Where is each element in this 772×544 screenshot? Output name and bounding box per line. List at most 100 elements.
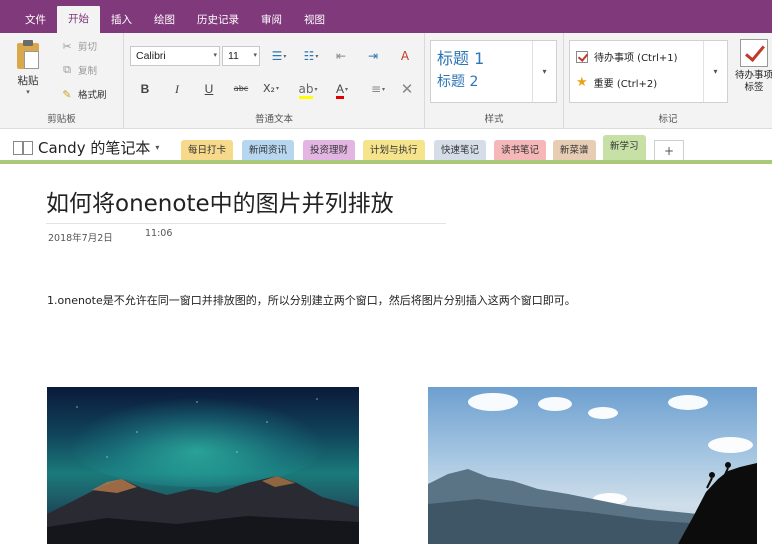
styles-gallery: 标题 1 标题 2 ▾ [430, 40, 557, 103]
chevron-down-icon: ▾ [26, 88, 30, 96]
style-heading2[interactable]: 标题 2 [437, 71, 478, 91]
paste-label: 粘贴 [17, 75, 39, 87]
chevron-down-icon: ▾ [542, 67, 547, 76]
tag-important[interactable]: ★ 重要 (Ctrl+2) [576, 75, 657, 90]
section-tab-daily[interactable]: 每日打卡 [181, 140, 234, 161]
copy-button[interactable]: ⧉ 复制 [60, 63, 97, 77]
bullet-list-icon: ☰ [271, 49, 283, 63]
format-painter-label: 格式刷 [78, 90, 107, 101]
menu-tab-view[interactable]: 视图 [293, 7, 336, 33]
menu-tab-file[interactable]: 文件 [14, 7, 57, 33]
chevron-down-icon: ▾ [155, 143, 160, 152]
paste-button[interactable]: 粘贴 ▾ [10, 39, 46, 101]
menu-tab-history[interactable]: 历史记录 [186, 7, 250, 33]
notebook-icon [13, 141, 33, 155]
tag-todo-label: 待办事项 (Ctrl+1) [594, 53, 678, 64]
decrease-indent-button[interactable]: ⇤ [330, 46, 352, 66]
tags-group-label: 标记 [658, 114, 678, 125]
section-tab-news[interactable]: 新闻资讯 [242, 140, 295, 161]
underline-button[interactable]: U [198, 79, 220, 99]
climbers-mountain-image[interactable] [428, 387, 757, 544]
copy-label: 复制 [78, 66, 98, 77]
increase-indent-icon: ⇥ [367, 49, 379, 63]
todo-tag-label-line1: 待办事项 [734, 70, 772, 81]
menu-tab-review[interactable]: 审阅 [250, 7, 293, 33]
styles-group-label: 样式 [484, 114, 504, 125]
section-tab-plan[interactable]: 计划与执行 [363, 140, 425, 161]
decrease-indent-icon: ⇤ [335, 49, 347, 63]
format-painter-button[interactable]: ✎ 格式刷 [60, 87, 107, 102]
aurora-mountain-image[interactable] [47, 387, 359, 544]
clear-formatting-button[interactable]: A [394, 46, 416, 66]
section-tab-quicknotes[interactable]: 快速笔记 [434, 140, 487, 161]
ribbon: 粘贴 ▾ ✂ 剪切 ⧉ 复制 ✎ 格式刷 剪贴板 Calibri ▾ 11 ▾ … [0, 33, 772, 129]
highlight-button[interactable]: ab▾ [294, 79, 322, 99]
clipboard-group: 粘贴 ▾ ✂ 剪切 ⧉ 复制 ✎ 格式刷 剪贴板 [0, 33, 124, 129]
bullet-list-button[interactable]: ☰▾ [264, 46, 294, 66]
font-name-value: Calibri [136, 50, 166, 62]
star-icon: ★ [576, 75, 588, 90]
checkbox-icon [740, 39, 768, 67]
paste-icon [14, 39, 42, 71]
tags-more-button[interactable]: ▾ [703, 41, 727, 102]
todo-tag-label-line2: 标签 [744, 82, 764, 93]
chevron-down-icon: ▾ [253, 52, 257, 59]
page-body-text[interactable]: 1.onenote是不允许在同一窗口并排放图的，所以分别建立两个窗口，然后将图片… [47, 292, 576, 308]
italic-button[interactable]: I [166, 79, 188, 99]
mountain-range [428, 462, 757, 544]
strikethrough-button[interactable]: abc [230, 79, 252, 99]
font-size-value: 11 [228, 50, 239, 62]
cut-label: 剪切 [78, 42, 98, 53]
numbered-list-button[interactable]: ☷▾ [296, 46, 326, 66]
notebook-selector[interactable]: Candy 的笔记本 ▾ [13, 137, 159, 158]
subscript-button[interactable]: X₂▾ [260, 79, 282, 99]
page-time: 11:06 [145, 228, 173, 239]
menu-tab-home[interactable]: 开始 [57, 6, 100, 33]
menu-tab-insert[interactable]: 插入 [100, 7, 143, 33]
styles-group: 标题 1 标题 2 ▾ 样式 [425, 33, 564, 129]
section-tab-learning[interactable]: 新学习 [603, 135, 646, 162]
highlighter-icon: ab [298, 82, 314, 99]
subscript-label: X₂ [263, 82, 275, 95]
title-underline [46, 223, 446, 224]
close-icon: ✕ [400, 80, 414, 98]
clipboard-group-label: 剪贴板 [47, 114, 76, 125]
tags-group: 待办事项 (Ctrl+1) ★ 重要 (Ctrl+2) ▾ 待办事项 标签 标记 [564, 33, 772, 129]
align-icon: ≡ [370, 82, 382, 96]
scissors-icon: ✂ [62, 39, 72, 53]
align-button[interactable]: ≡▾ [364, 79, 392, 99]
tags-gallery: 待办事项 (Ctrl+1) ★ 重要 (Ctrl+2) ▾ [569, 40, 728, 103]
font-size-select[interactable]: 11 ▾ [222, 46, 260, 66]
increase-indent-button[interactable]: ⇥ [362, 46, 384, 66]
menu-tab-draw[interactable]: 绘图 [143, 7, 186, 33]
tag-todo[interactable]: 待办事项 (Ctrl+1) [576, 49, 678, 64]
delete-button[interactable]: ✕ [396, 79, 418, 99]
format-painter-icon: ✎ [62, 87, 72, 101]
todo-tag-button[interactable]: 待办事项 标签 [732, 39, 772, 94]
cut-button[interactable]: ✂ 剪切 [60, 39, 98, 54]
section-tab-recipes[interactable]: 新菜谱 [553, 140, 596, 161]
styles-more-button[interactable]: ▾ [532, 41, 556, 102]
section-tab-invest[interactable]: 投资理财 [303, 140, 356, 161]
font-name-select[interactable]: Calibri ▾ [130, 46, 220, 66]
bold-button[interactable]: B [134, 79, 156, 99]
section-tab-reading[interactable]: 读书笔记 [494, 140, 547, 161]
text-group: Calibri ▾ 11 ▾ ☰▾ ☷▾ ⇤ ⇥ A B I U abc X₂▾… [124, 33, 425, 129]
font-color-label: A [335, 82, 344, 99]
tag-important-label: 重要 (Ctrl+2) [593, 79, 658, 90]
style-heading1[interactable]: 标题 1 [437, 45, 484, 69]
page-title[interactable]: 如何将onenote中的图片并列排放 [46, 184, 394, 218]
menu-bar: 文件 开始 插入 绘图 历史记录 审阅 视图 [0, 0, 772, 33]
clear-formatting-icon: A [400, 49, 410, 63]
page-date: 2018年7月2日 [48, 233, 113, 244]
numbered-list-icon: ☷ [303, 49, 315, 63]
copy-icon: ⧉ [63, 63, 71, 76]
checkbox-icon [576, 50, 588, 63]
notebook-bar: Candy 的笔记本 ▾ 每日打卡 新闻资讯 投资理财 计划与执行 快速笔记 读… [0, 130, 772, 164]
font-color-button[interactable]: A▾ [328, 79, 356, 99]
text-group-label: 普通文本 [254, 114, 293, 125]
page-canvas[interactable]: 如何将onenote中的图片并列排放 2018年7月2日 11:06 1.one… [0, 164, 772, 544]
add-section-button[interactable]: + [654, 140, 684, 161]
chevron-down-icon: ▾ [713, 67, 718, 76]
mountain-silhouette [47, 476, 359, 544]
